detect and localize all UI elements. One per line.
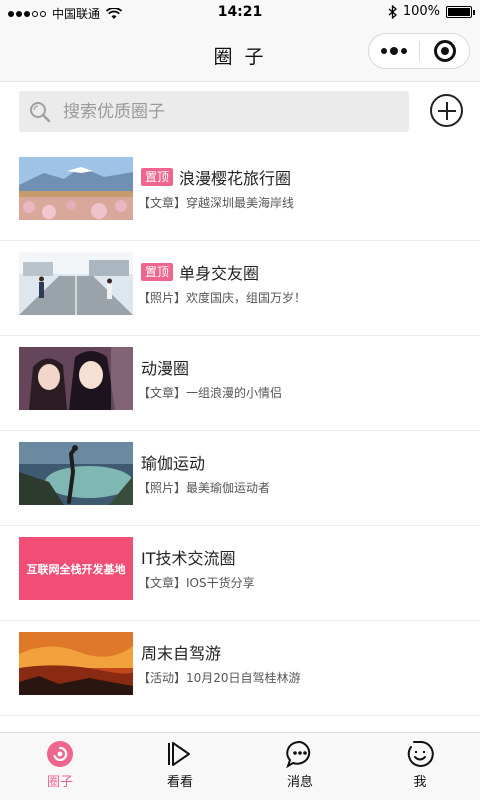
pinned-badge: 置顶 <box>141 168 174 186</box>
close-ring-icon <box>433 40 456 62</box>
tab-label: 看看 <box>166 775 193 790</box>
battery-percent: 100% <box>402 4 440 19</box>
nav-bar: 圈 子 <box>0 26 480 82</box>
status-bar: 中国联通 14:21 100% <box>0 0 480 26</box>
list-item[interactable]: 瑜伽运动 【照片】最美瑜伽运动者 <box>0 431 480 526</box>
item-title: IT技术交流圈 <box>141 549 236 568</box>
thumbnail-cherry-blossom <box>19 157 133 220</box>
search-input[interactable] <box>63 101 383 122</box>
thumbnail-couple-road <box>19 252 133 315</box>
item-title: 动漫圈 <box>141 359 190 378</box>
item-title-row: 动漫圈 <box>141 355 189 379</box>
item-title-row: 置顶 单身交友圈 <box>141 260 259 284</box>
item-subtitle: 【照片】最美瑜伽运动者 <box>138 481 271 495</box>
more-button[interactable] <box>369 34 419 68</box>
item-title: 单身交友圈 <box>179 264 260 283</box>
list-item[interactable]: 动漫圈 【文章】一组浪漫的小情侣 <box>0 336 480 431</box>
item-subtitle: 【文章】IOS干货分享 <box>138 576 255 590</box>
battery-fill <box>448 7 470 16</box>
tab-label: 消息 <box>286 775 313 790</box>
tab-watch[interactable]: 看看 <box>120 733 240 800</box>
search-row <box>0 82 480 146</box>
tab-messages[interactable]: 消息 <box>240 733 360 800</box>
item-title: 浪漫樱花旅行圈 <box>179 169 292 188</box>
item-title-row: 瑜伽运动 <box>141 450 205 474</box>
item-title-row: 周末自驾游 <box>141 640 221 664</box>
tab-bar: 圈子 看看 消息 我 <box>0 732 480 800</box>
item-title: 瑜伽运动 <box>141 454 206 473</box>
item-subtitle: 【照片】欢度国庆，组国万岁！ <box>138 291 307 305</box>
smile-icon <box>407 740 434 767</box>
thumbnail-anime-couple <box>19 347 133 410</box>
close-button[interactable] <box>420 40 469 62</box>
circle-icon <box>47 741 73 767</box>
circle-list: 置顶 浪漫樱花旅行圈 【文章】穿越深圳最美海岸线 置顶 单身交友圈 【照片】欢度… <box>0 146 480 716</box>
tab-label: 我 <box>413 775 427 790</box>
item-subtitle: 【文章】一组浪漫的小情侣 <box>138 386 283 400</box>
thumbnail-sunset <box>19 632 133 695</box>
item-title-row: IT技术交流圈 <box>141 545 236 569</box>
item-title: 周末自驾游 <box>141 644 222 663</box>
play-icon <box>168 742 190 766</box>
message-icon <box>286 740 311 769</box>
status-right: 100% <box>388 4 475 19</box>
bluetooth-icon <box>388 4 397 19</box>
item-subtitle: 【文章】穿越深圳最美海岸线 <box>138 196 295 210</box>
tab-me[interactable]: 我 <box>360 733 480 800</box>
plus-icon <box>437 101 456 120</box>
item-title-row: 置顶 浪漫樱花旅行圈 <box>141 165 291 189</box>
tab-circle[interactable]: 圈子 <box>0 733 120 800</box>
thumbnail-banner-text: 互联网全栈开发基地 <box>27 562 126 576</box>
search-icon <box>30 101 51 122</box>
item-subtitle: 【活动】10月20日自驾桂林游 <box>138 671 301 685</box>
search-box[interactable] <box>19 91 409 132</box>
add-circle-button[interactable] <box>430 94 463 127</box>
tab-label: 圈子 <box>46 775 73 790</box>
list-item[interactable]: 置顶 单身交友圈 【照片】欢度国庆，组国万岁！ <box>0 241 480 336</box>
list-item[interactable]: 置顶 浪漫樱花旅行圈 【文章】穿越深圳最美海岸线 <box>0 146 480 241</box>
battery-icon <box>446 5 475 18</box>
list-item[interactable]: 周末自驾游 【活动】10月20日自驾桂林游 <box>0 621 480 716</box>
thumbnail-yoga-lake <box>19 442 133 505</box>
pinned-badge: 置顶 <box>141 263 174 281</box>
list-item[interactable]: 互联网全栈开发基地 IT技术交流圈 【文章】IOS干货分享 <box>0 526 480 621</box>
mini-program-capsule <box>368 33 470 69</box>
thumbnail-it-banner: 互联网全栈开发基地 <box>19 537 133 600</box>
